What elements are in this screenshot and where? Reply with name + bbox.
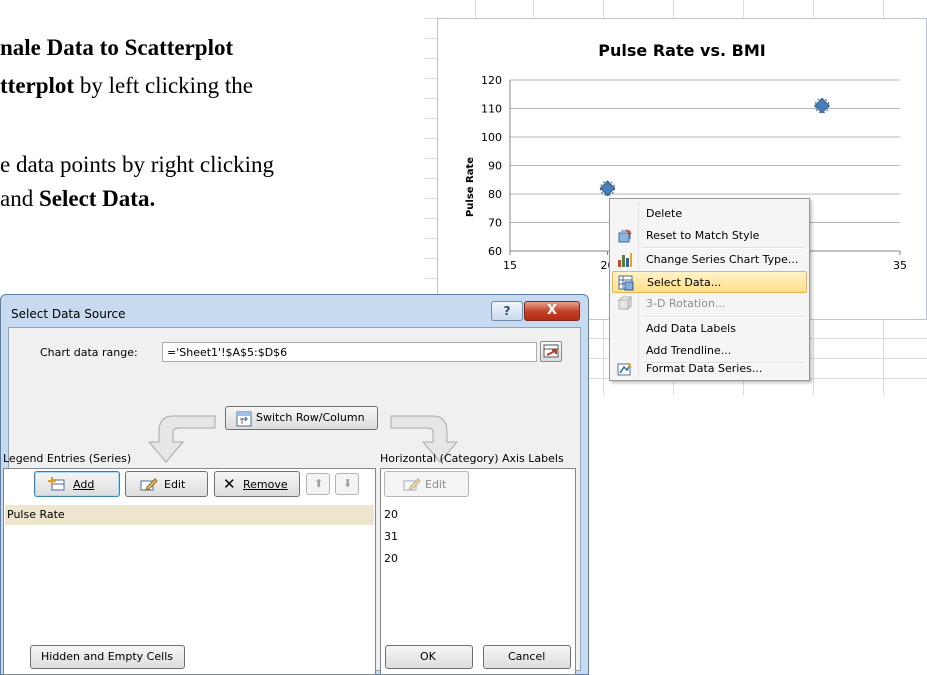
range-picker-button[interactable] (540, 341, 562, 362)
close-button[interactable]: X (524, 301, 580, 321)
add-label: Add (73, 478, 95, 491)
menu-item-delete[interactable]: Delete (612, 203, 807, 225)
chart-data-range-input[interactable]: ='Sheet1'!$A$5:$D$6 (162, 342, 537, 362)
reset-style-icon (617, 228, 633, 244)
menu-item-label: Add Trendline... (646, 344, 732, 357)
category-row[interactable]: 31 (382, 527, 574, 547)
collapse-dialog-icon (543, 344, 559, 358)
y-tick-label: 90 (488, 160, 502, 173)
y-tick-label: 110 (481, 103, 502, 116)
move-up-button[interactable]: ⬆ (306, 473, 330, 495)
select-data-icon (618, 275, 634, 291)
y-axis-label: Pulse Rate (465, 157, 476, 217)
move-down-button[interactable]: ⬇ (335, 473, 359, 495)
category-value: 20 (384, 552, 398, 565)
menu-item-format-data-series[interactable]: Format Data Series... (612, 358, 807, 380)
doc-text-4: and (0, 186, 39, 211)
axis-labels-panel[interactable]: 20 31 20 (380, 468, 576, 675)
menu-item-label: 3-D Rotation... (646, 297, 726, 310)
menu-item-label: Change Series Chart Type... (646, 253, 799, 266)
menu-item-add-data-labels[interactable]: Add Data Labels (612, 318, 807, 340)
legend-entries-panel[interactable]: Pulse Rate (3, 468, 376, 675)
doc-heading-text: nale Data to Scatterplot (0, 35, 234, 60)
arrow-up-icon: ⬆ (314, 477, 324, 490)
doc-line-3: e data points by right clicking (0, 152, 274, 178)
menu-item-label: Add Data Labels (646, 322, 736, 335)
edit-axis-labels-button[interactable]: Edit (384, 471, 469, 497)
menu-item-select-data[interactable]: Select Data... (612, 271, 807, 293)
menu-item-label: Format Data Series... (646, 362, 763, 375)
chart-data-range-label: Chart data range: (40, 346, 138, 359)
menu-item-reset-style[interactable]: Reset to Match Style (612, 225, 807, 247)
menu-item-label: Reset to Match Style (646, 229, 760, 242)
category-row[interactable]: 20 (382, 505, 574, 525)
format-series-icon (617, 361, 633, 377)
remove-series-button[interactable]: ✕ Remove (214, 471, 300, 497)
doc-text-2: by left clicking the (74, 73, 253, 98)
cancel-label: Cancel (508, 650, 546, 663)
hidden-and-empty-cells-button[interactable]: Hidden and Empty Cells (30, 645, 185, 669)
edit-icon (403, 477, 421, 494)
legend-entries-header: Legend Entries (Series) (3, 452, 132, 465)
y-tick-label: 60 (488, 245, 502, 258)
ok-button[interactable]: OK (385, 645, 473, 669)
switch-row-column-label: Switch Row/Column (256, 411, 365, 424)
x-tick-label: 35 (893, 259, 907, 272)
menu-item-label: Select Data... (647, 276, 722, 289)
help-button[interactable]: ? (491, 301, 523, 321)
series-name: Pulse Rate (7, 508, 65, 521)
edit-label: Edit (164, 478, 186, 491)
category-row[interactable]: 20 (382, 549, 574, 569)
doc-heading: nale Data to Scatterplot (0, 35, 233, 61)
series-row[interactable]: Pulse Rate (5, 505, 374, 525)
edit-icon (140, 477, 158, 494)
remove-label: Remove (243, 478, 288, 491)
menu-item-change-chart-type[interactable]: Change Series Chart Type... (612, 249, 807, 271)
dialog-title: Select Data Source (11, 307, 126, 321)
remove-icon: ✕ (223, 475, 236, 493)
rotation-icon (617, 295, 633, 312)
edit-series-button[interactable]: Edit (125, 471, 208, 497)
category-value: 20 (384, 508, 398, 521)
y-tick-label: 100 (481, 131, 502, 144)
menu-item-label: Delete (646, 207, 683, 220)
y-tick-label: 120 (481, 74, 502, 87)
select-data-source-dialog[interactable]: Select Data Source ? X Chart data range:… (0, 294, 589, 675)
add-icon (47, 477, 65, 494)
axis-labels-header: Horizontal (Category) Axis Labels (380, 452, 564, 465)
doc-line-4: and Select Data. (0, 186, 155, 212)
y-tick-label: 70 (488, 217, 502, 230)
doc-text-3: e data points by right clicking (0, 152, 275, 177)
doc-bold-scatterplot: tterplot (0, 73, 75, 98)
arrow-down-icon: ⬇ (343, 477, 353, 490)
y-tick-label: 80 (488, 188, 502, 201)
ok-label: OK (420, 650, 436, 663)
dialog-titlebar[interactable]: Select Data Source ? X (1, 295, 588, 329)
doc-bold-select-data: Select Data. (38, 186, 156, 211)
chart-type-icon (617, 252, 633, 268)
x-tick-label: 15 (503, 259, 517, 272)
axis-edit-label: Edit (425, 478, 447, 491)
add-series-button[interactable]: Add (34, 471, 120, 497)
switch-row-column-icon (236, 411, 252, 430)
switch-row-column-button[interactable]: Switch Row/Column (225, 406, 378, 430)
category-value: 31 (384, 530, 398, 543)
doc-line-2: tterplot by left clicking the (0, 73, 253, 99)
cancel-button[interactable]: Cancel (483, 645, 571, 669)
dialog-body: Chart data range: ='Sheet1'!$A$5:$D$6 Sw… (3, 327, 581, 675)
menu-item-3d-rotation[interactable]: 3-D Rotation... (612, 293, 807, 315)
context-menu[interactable]: Delete Reset to Match Style Change Serie… (609, 198, 810, 381)
hidden-empty-cells-label: Hidden and Empty Cells (41, 650, 173, 663)
